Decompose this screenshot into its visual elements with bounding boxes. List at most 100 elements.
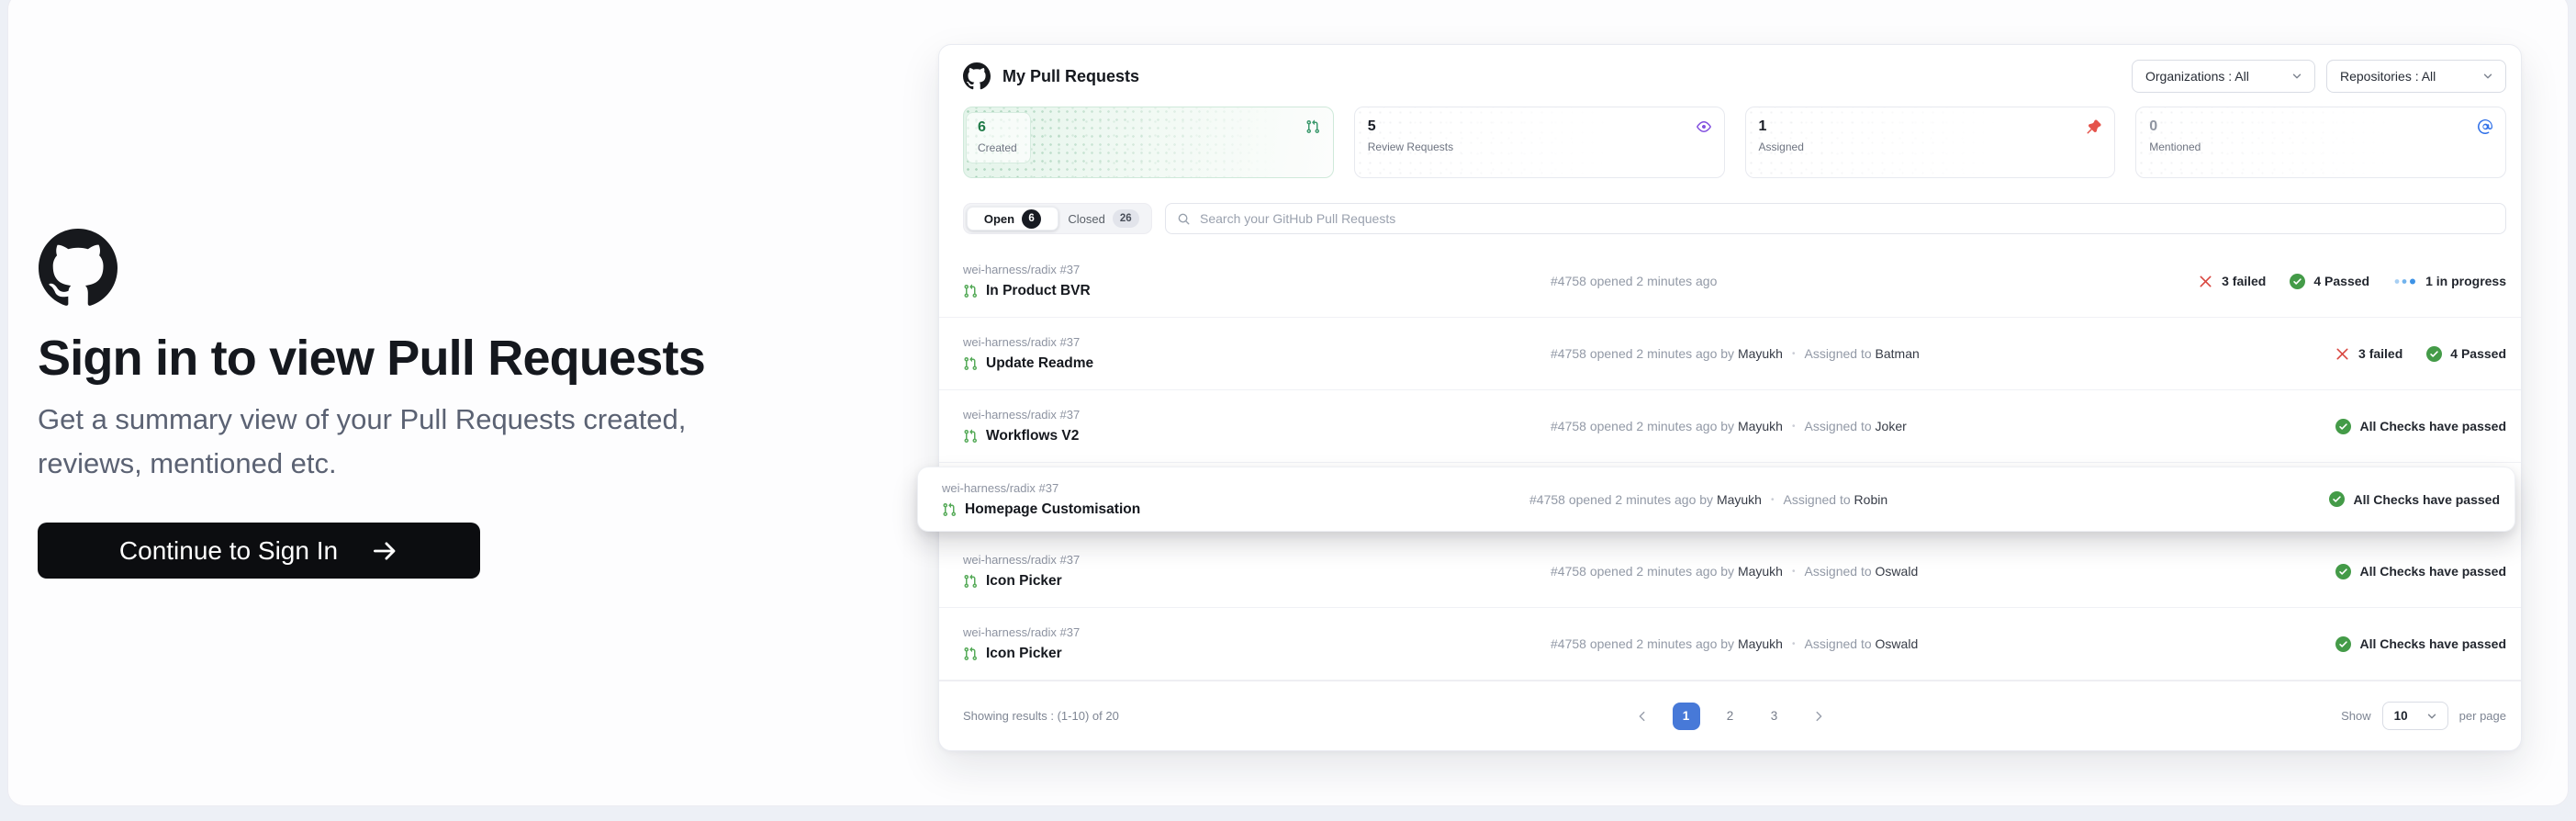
search-icon [1177,212,1191,226]
assigned-count: 1 [1759,119,1804,134]
pr-meta-text: #4758 opened 2 minutes ago by [1551,636,1738,651]
pr-title: Icon Picker [986,573,1062,590]
app-container: Sign in to view Pull Requests Get a summ… [7,0,2569,806]
pr-author: Mayukh [1717,492,1762,507]
status-passed: All Checks have passed [2335,419,2506,434]
pagination-page-2[interactable]: 2 [1717,703,1744,730]
pull-request-icon [963,574,978,589]
pr-row-3[interactable]: wei-harness/radix #37 Workflows V2 #4758… [939,390,2521,463]
check-circle-icon [2290,274,2305,289]
pr-row-5[interactable]: wei-harness/radix #37 Icon Picker #4758 … [939,535,2521,608]
assigned-to-label: Assigned to [1804,346,1875,361]
organizations-dropdown-label: Organizations : All [2145,69,2249,84]
signin-hero: Sign in to view Pull Requests Get a summ… [38,229,800,579]
open-count-badge: 6 [1022,209,1041,229]
created-label: Created [978,141,1017,154]
pr-row-2[interactable]: wei-harness/radix #37 Update Readme #475… [939,318,2521,390]
pr-status-badges: All Checks have passed [2335,419,2506,434]
pagination-next-button[interactable] [1805,703,1832,730]
pr-status-badges: All Checks have passed [2335,564,2506,579]
pull-request-icon [963,284,978,298]
pagination-page-1[interactable]: 1 [1673,703,1700,730]
pr-author: Mayukh [1738,564,1783,579]
stat-card-review-requests[interactable]: 5 Review Requests [1354,107,1725,178]
panel-title: My Pull Requests [1002,67,1139,86]
pull-request-icon [1305,119,1320,134]
pr-assignee: Oswald [1876,636,1919,651]
assigned-to-label: Assigned to [1804,636,1875,651]
pr-row-4[interactable]: wei-harness/radix #37 Homepage Customisa… [917,467,2515,532]
pr-assignee: Batman [1876,346,1920,361]
per-page-control: Show 10 per page [2341,702,2506,730]
pagination-page-3[interactable]: 3 [1761,703,1788,730]
pull-request-icon [963,429,978,444]
x-icon [2198,274,2213,289]
status-passed: All Checks have passed [2329,491,2500,507]
pr-meta: #4758 opened 2 minutes ago [1551,274,2198,288]
continue-sign-in-button[interactable]: Continue to Sign In [38,523,480,579]
filter-dropdowns: Organizations : All Repositories : All [2132,60,2506,93]
assigned-to-label: Assigned to [1804,564,1875,579]
filter-repositories-dropdown[interactable]: Repositories : All [2326,60,2506,93]
pr-meta: #4758 opened 2 minutes ago by Mayukh•Ass… [1551,346,2335,361]
open-closed-tabgroup: Open 6 Closed 26 [963,203,1152,234]
pagination-prev-button[interactable] [1629,703,1656,730]
pr-repo: wei-harness/radix #37 [963,263,1551,276]
pagination: 123 [1629,703,1832,730]
pr-repo: wei-harness/radix #37 [963,335,1551,349]
stat-card-created[interactable]: 6 Created [963,107,1334,178]
eye-icon [1697,119,1711,134]
check-circle-icon [2329,491,2345,507]
pin-icon [2087,119,2101,134]
stat-card-mentioned[interactable]: 0 Mentioned [2135,107,2506,178]
open-tab-label: Open [984,212,1014,226]
status-passed: 4 Passed [2426,346,2506,362]
pr-meta: #4758 opened 2 minutes ago by Mayukh•Ass… [1551,419,2335,433]
dot-separator-icon: • [1792,567,1796,577]
tab-open[interactable]: Open 6 [967,207,1058,231]
pr-meta-text: #4758 opened 2 minutes ago by [1551,564,1738,579]
check-circle-icon [2335,419,2351,434]
pr-meta: #4758 opened 2 minutes ago by Mayukh•Ass… [1529,492,2329,507]
pr-repo: wei-harness/radix #37 [963,553,1551,567]
chevron-down-icon [2481,70,2494,83]
per-page-label: per page [2459,709,2506,723]
review-requests-count: 5 [1368,119,1453,134]
stats-cards: 6 Created 5 Review Requests 1 Assigned 0… [963,107,2506,178]
status-passed: All Checks have passed [2335,564,2506,579]
pr-row-1[interactable]: wei-harness/radix #37 In Product BVR #47… [939,245,2521,318]
pull-request-icon [963,647,978,661]
pr-meta-text: #4758 opened 2 minutes ago [1551,274,1717,288]
dot-separator-icon: • [1792,639,1796,649]
pr-repo: wei-harness/radix #37 [963,408,1551,422]
pr-repo: wei-harness/radix #37 [963,625,1551,639]
closed-count-badge: 26 [1113,209,1139,228]
search-box[interactable] [1165,203,2506,234]
chevron-down-icon [2425,710,2438,723]
page-size-select[interactable]: 10 [2382,702,2448,730]
pr-title: In Product BVR [986,283,1091,299]
pr-repo: wei-harness/radix #37 [942,481,1529,495]
search-input[interactable] [1200,211,2494,226]
pr-assignee: Oswald [1876,564,1919,579]
stat-card-assigned[interactable]: 1 Assigned [1745,107,2116,178]
pr-assignee: Robin [1854,492,1888,507]
status-failed: 3 failed [2335,346,2402,362]
show-label: Show [2341,709,2371,723]
assigned-to-label: Assigned to [1783,492,1854,507]
pr-status-badges: All Checks have passed [2335,636,2506,652]
filter-organizations-dropdown[interactable]: Organizations : All [2132,60,2315,93]
pr-row-6[interactable]: wei-harness/radix #37 Icon Picker #4758 … [939,608,2521,680]
showing-results-label: Showing results : (1-10) of 20 [963,709,1119,723]
dot-separator-icon: • [1792,422,1796,432]
dot-separator-icon: • [1792,349,1796,359]
status-failed: 3 failed [2198,274,2266,289]
pr-meta-text: #4758 opened 2 minutes ago by [1551,346,1738,361]
status-passed: All Checks have passed [2335,636,2506,652]
mention-icon [2478,119,2492,134]
progress-dots-icon [2393,277,2417,286]
closed-tab-label: Closed [1068,212,1104,226]
panel-header: My Pull Requests Organizations : All Rep… [939,45,2521,93]
review-requests-label: Review Requests [1368,141,1453,153]
tab-closed[interactable]: Closed 26 [1058,207,1148,231]
